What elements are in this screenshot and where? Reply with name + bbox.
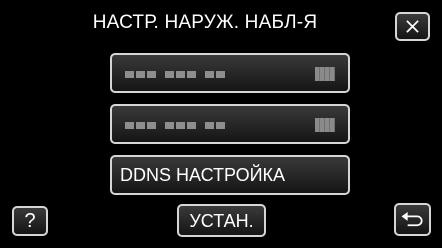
list-item-2[interactable] (110, 104, 350, 144)
help-button[interactable]: ? (12, 206, 48, 236)
set-button[interactable]: УСТАН. (177, 204, 266, 237)
status-block-icon (315, 118, 335, 132)
status-block-icon (315, 67, 335, 81)
close-button[interactable] (395, 12, 430, 41)
return-icon (401, 212, 423, 227)
ddns-settings-label: DDNS НАСТРОЙКА (120, 165, 286, 185)
obscured-value-icon (125, 122, 225, 129)
page-title: НАСТР. НАРУЖ. НАБЛ-Я (92, 12, 318, 33)
list-item-1[interactable] (110, 53, 350, 93)
obscured-value-icon (125, 71, 225, 78)
close-icon (406, 20, 419, 33)
screen: НАСТР. НАРУЖ. НАБЛ-Я DDNS НАСТРОЙКА ? УС… (0, 0, 442, 248)
ddns-settings-button[interactable]: DDNS НАСТРОЙКА (110, 155, 350, 195)
back-button[interactable] (394, 203, 431, 236)
